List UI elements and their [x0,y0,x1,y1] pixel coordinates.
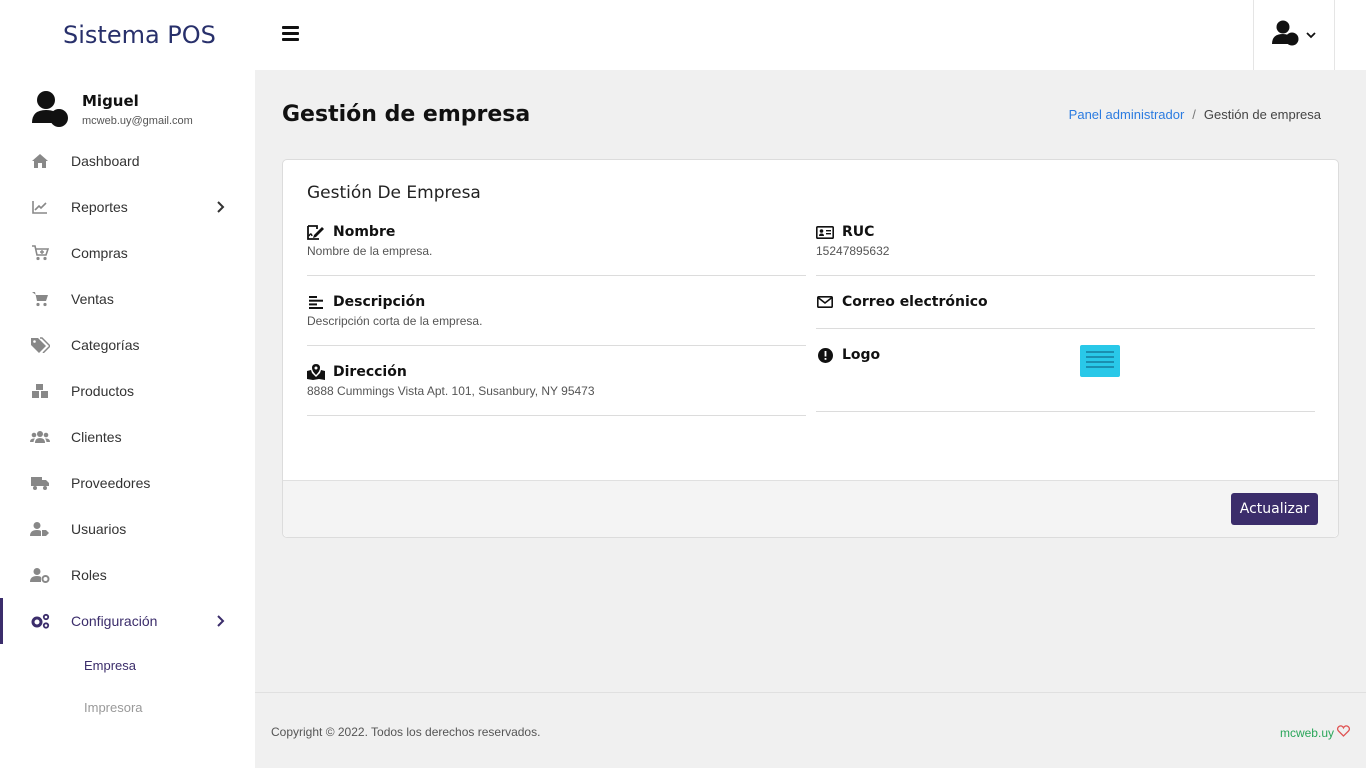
align-left-icon [307,294,325,310]
field-nombre[interactable]: Nombre Nombre de la empresa. [307,224,806,276]
card-footer: Actualizar [283,480,1338,537]
page-footer: Copyright © 2022. Todos los derechos res… [255,692,1366,768]
home-icon [30,152,50,170]
user-cog-icon [30,566,50,584]
users-icon [30,428,50,446]
sidebar-subitem-impresora[interactable]: Impresora [0,686,255,728]
sidebar-item-label: Clientes [71,429,122,445]
user-name: Miguel [82,91,139,110]
sidebar-item-label: Productos [71,383,135,399]
company-card: Gestión De Empresa Nombre Nombre de la e… [282,159,1339,538]
id-card-icon [816,224,834,240]
sidebar-item-label: Usuarios [71,521,127,537]
update-button[interactable]: Actualizar [1231,493,1318,525]
chevron-down-icon [1306,26,1316,44]
user-avatar-icon [30,89,70,129]
card-title: Gestión De Empresa [307,183,481,203]
breadcrumb-current: Gestión de empresa [1203,107,1321,122]
cogs-icon [30,612,50,630]
copyright-text: Copyright © 2022. Todos los derechos res… [271,725,541,739]
chevron-right-icon [217,614,225,632]
field-logo[interactable]: Logo [816,345,1315,412]
main-content: Gestión de empresa Panel administrador /… [255,70,1366,692]
truck-icon [30,474,50,492]
sidebar-item-label: Configuración [71,613,158,629]
topbar [255,0,1366,70]
sidebar-item-compras[interactable]: Compras [0,230,255,276]
sidebar-item-clientes[interactable]: Clientes [0,414,255,460]
sidebar-item-configuracion[interactable]: Configuración [0,598,255,644]
breadcrumb-separator: / [1192,107,1196,122]
field-value: 15247895632 [816,244,890,258]
sidebar-subitem-empresa[interactable]: Empresa [0,644,255,686]
field-label: Nombre [333,224,396,240]
sidebar-item-label: Dashboard [71,153,140,169]
sidebar-item-label: Compras [71,245,128,261]
sidebar-item-label: Ventas [71,291,114,307]
sidebar-item-reportes[interactable]: Reportes [0,184,255,230]
user-menu-button[interactable] [1253,0,1335,70]
field-value: Nombre de la empresa. [307,244,433,258]
sidebar-item-dashboard[interactable]: Dashboard [0,138,255,184]
exclamation-circle-icon [816,347,834,363]
sidebar-nav: Dashboard Reportes Compras Ventas Catego… [0,138,255,728]
sidebar-item-productos[interactable]: Productos [0,368,255,414]
field-label: Dirección [333,364,407,380]
user-email: mcweb.uy@gmail.com [82,114,193,127]
chevron-right-icon [217,200,225,218]
field-value: Descripción corta de la empresa. [307,314,483,328]
sidebar-item-roles[interactable]: Roles [0,552,255,598]
sidebar-item-proveedores[interactable]: Proveedores [0,460,255,506]
field-value: 8888 Cummings Vista Apt. 101, Susanbury,… [307,384,595,398]
heart-icon [1336,725,1351,740]
field-label: RUC [842,224,875,240]
breadcrumb: Panel administrador / Gestión de empresa [1069,107,1321,122]
page-title: Gestión de empresa [282,102,531,127]
sidebar-item-usuarios[interactable]: Usuarios [0,506,255,552]
cart-icon [30,290,50,308]
sidebar-item-label: Roles [71,567,107,583]
tags-icon [30,336,50,354]
sidebar-item-label: Categorías [71,337,140,353]
user-profile: Miguel mcweb.uy@gmail.com [0,70,255,136]
sidebar-item-ventas[interactable]: Ventas [0,276,255,322]
user-avatar-icon [1272,19,1300,52]
credit-text: mcweb.uy [1279,725,1334,740]
map-marked-icon [307,364,325,380]
credit-link[interactable]: mcweb.uy [1279,725,1351,740]
cart-plus-icon [30,244,50,262]
chart-line-icon [30,198,50,216]
menu-toggle-icon[interactable] [282,26,299,42]
envelope-icon [816,294,834,310]
field-correo[interactable]: Correo electrónico [816,294,1315,329]
sidebar: Sistema POS Miguel mcweb.uy@gmail.com Da… [0,0,255,768]
field-descripcion[interactable]: Descripción Descripción corta de la empr… [307,294,806,346]
company-logo-image [1080,345,1120,377]
sidebar-item-label: Reportes [71,199,128,215]
breadcrumb-link-panel[interactable]: Panel administrador [1069,107,1185,122]
field-direccion[interactable]: Dirección 8888 Cummings Vista Apt. 101, … [307,364,806,416]
sidebar-item-categorias[interactable]: Categorías [0,322,255,368]
boxes-icon [30,382,50,400]
field-label: Logo [842,347,881,363]
sidebar-item-label: Proveedores [71,475,151,491]
field-label: Descripción [333,294,426,310]
signature-icon [307,224,325,240]
brand-title[interactable]: Sistema POS [0,0,255,70]
field-label: Correo electrónico [842,294,988,310]
field-ruc[interactable]: RUC 15247895632 [816,224,1315,276]
user-tag-icon [30,520,50,538]
